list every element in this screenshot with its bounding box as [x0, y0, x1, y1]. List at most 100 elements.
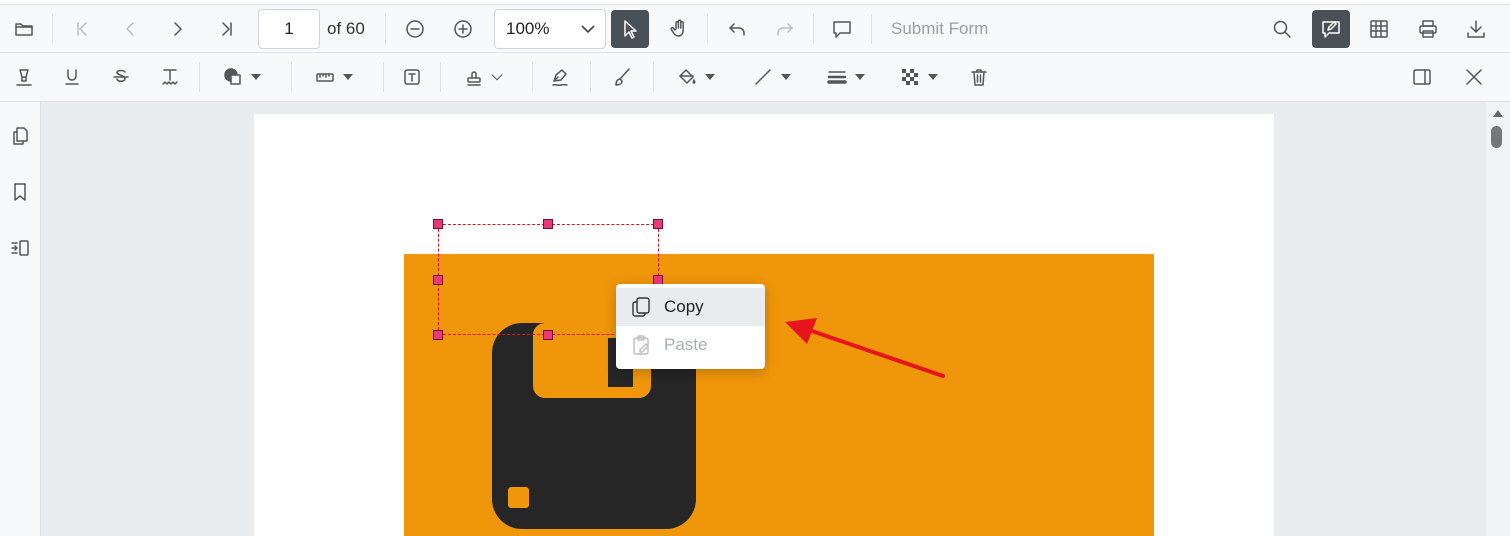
shape-tool-dropdown[interactable] [210, 58, 274, 96]
vertical-scrollbar[interactable] [1486, 102, 1510, 536]
resize-handle-top-left[interactable] [433, 219, 443, 229]
search-icon [1273, 20, 1291, 38]
zoom-out-button[interactable] [395, 10, 435, 48]
strikethrough-icon [113, 69, 129, 82]
scroll-thumb[interactable] [1491, 126, 1502, 148]
form-designer-button[interactable] [1359, 10, 1399, 48]
hand-icon [670, 19, 684, 37]
stamp-tool-dropdown[interactable] [452, 58, 516, 96]
line-thickness-icon [827, 71, 847, 84]
copy-label: Copy [664, 297, 704, 316]
free-text-button[interactable] [392, 58, 432, 96]
ruler-icon [316, 73, 334, 82]
thickness-dropdown[interactable] [814, 58, 878, 96]
next-page-button[interactable] [158, 10, 198, 48]
zoom-value: 100% [506, 19, 550, 38]
previous-page-button[interactable] [110, 10, 150, 48]
edit-annotation-button[interactable] [1312, 10, 1350, 48]
paste-label: Paste [664, 335, 708, 354]
resize-handle-bottom[interactable] [543, 330, 553, 340]
main-toolbar: 1 of 60 100% Submit Form [0, 4, 1510, 53]
print-button[interactable] [1408, 10, 1448, 48]
properties-panel-button[interactable] [1402, 58, 1442, 96]
chevron-right-icon [174, 22, 182, 36]
paint-bucket-icon [679, 69, 696, 84]
bookmarks-button[interactable] [4, 176, 36, 208]
open-file-button[interactable] [4, 10, 44, 48]
folder-icon [15, 23, 33, 36]
squiggly-button[interactable] [150, 58, 190, 96]
brush-icon [615, 68, 630, 86]
download-button[interactable] [1456, 10, 1496, 48]
zoom-in-icon [454, 20, 472, 38]
zoom-out-icon [406, 20, 424, 38]
search-button[interactable] [1262, 10, 1302, 48]
resize-handle-top[interactable] [543, 219, 553, 229]
zoom-in-button[interactable] [443, 10, 483, 48]
fill-color-dropdown[interactable] [664, 58, 728, 96]
comment-button[interactable] [822, 10, 862, 48]
stamp-icon [467, 71, 481, 86]
undo-icon [729, 23, 745, 36]
panel-right-icon [1413, 69, 1431, 85]
ink-button[interactable] [602, 58, 642, 96]
zoom-dropdown[interactable]: 100% [494, 9, 606, 49]
caret-down-icon [343, 74, 353, 80]
shapes-icon [224, 68, 241, 85]
download-icon [1467, 20, 1485, 38]
navigation-pane [0, 102, 41, 536]
select-tool-button[interactable] [611, 10, 649, 48]
close-icon [1466, 69, 1482, 85]
undo-button[interactable] [717, 10, 757, 48]
signature-button[interactable] [540, 58, 580, 96]
context-menu: Copy Paste [616, 284, 765, 369]
measure-tool-dropdown[interactable] [302, 58, 366, 96]
underline-button[interactable] [52, 58, 92, 96]
cursor-icon [624, 20, 637, 39]
chevron-down-icon [491, 74, 503, 81]
stroke-color-dropdown[interactable] [740, 58, 804, 96]
pen-nib-icon [552, 69, 568, 87]
submit-form-button[interactable]: Submit Form [891, 19, 988, 39]
document-viewer[interactable]: Copy Paste [41, 102, 1486, 536]
paste-menu-item[interactable]: Paste [616, 326, 765, 364]
strikethrough-button[interactable] [101, 58, 141, 96]
caret-down-icon [928, 74, 938, 80]
last-page-button[interactable] [207, 10, 247, 48]
printer-icon [1419, 20, 1437, 38]
line-icon [755, 69, 771, 85]
squiggly-icon [162, 69, 178, 85]
chevron-down-icon [581, 25, 595, 34]
redo-icon [777, 23, 793, 36]
close-toolbar-button[interactable] [1454, 58, 1494, 96]
opacity-dropdown[interactable] [887, 58, 951, 96]
annotation-edit-icon [1322, 21, 1340, 38]
redo-button[interactable] [765, 10, 805, 48]
resize-handle-bottom-left[interactable] [433, 330, 443, 340]
scroll-up-arrow-icon[interactable] [1493, 110, 1503, 117]
first-page-icon [77, 22, 87, 36]
first-page-button[interactable] [62, 10, 102, 48]
caret-down-icon [705, 74, 715, 80]
page-thumbnails-button[interactable] [4, 120, 36, 152]
caret-down-icon [781, 74, 791, 80]
paste-icon [633, 335, 649, 355]
trash-icon [971, 69, 987, 86]
comment-icon [833, 21, 851, 38]
opacity-icon [902, 69, 918, 85]
page-count-label: of 60 [327, 19, 365, 38]
caret-down-icon [251, 74, 261, 80]
chevron-left-icon [126, 22, 134, 36]
annotation-toolbar [0, 53, 1510, 102]
delete-button[interactable] [959, 58, 999, 96]
resize-handle-top-right[interactable] [653, 219, 663, 229]
organize-pages-button[interactable] [4, 232, 36, 264]
pages-icon [13, 127, 28, 145]
copy-icon [632, 297, 650, 317]
highlight-button[interactable] [4, 58, 44, 96]
annotation-arrow-icon [785, 318, 945, 378]
pan-tool-button[interactable] [659, 10, 699, 48]
resize-handle-left[interactable] [433, 275, 443, 285]
copy-menu-item[interactable]: Copy [616, 288, 765, 326]
current-page-input[interactable]: 1 [258, 9, 320, 49]
